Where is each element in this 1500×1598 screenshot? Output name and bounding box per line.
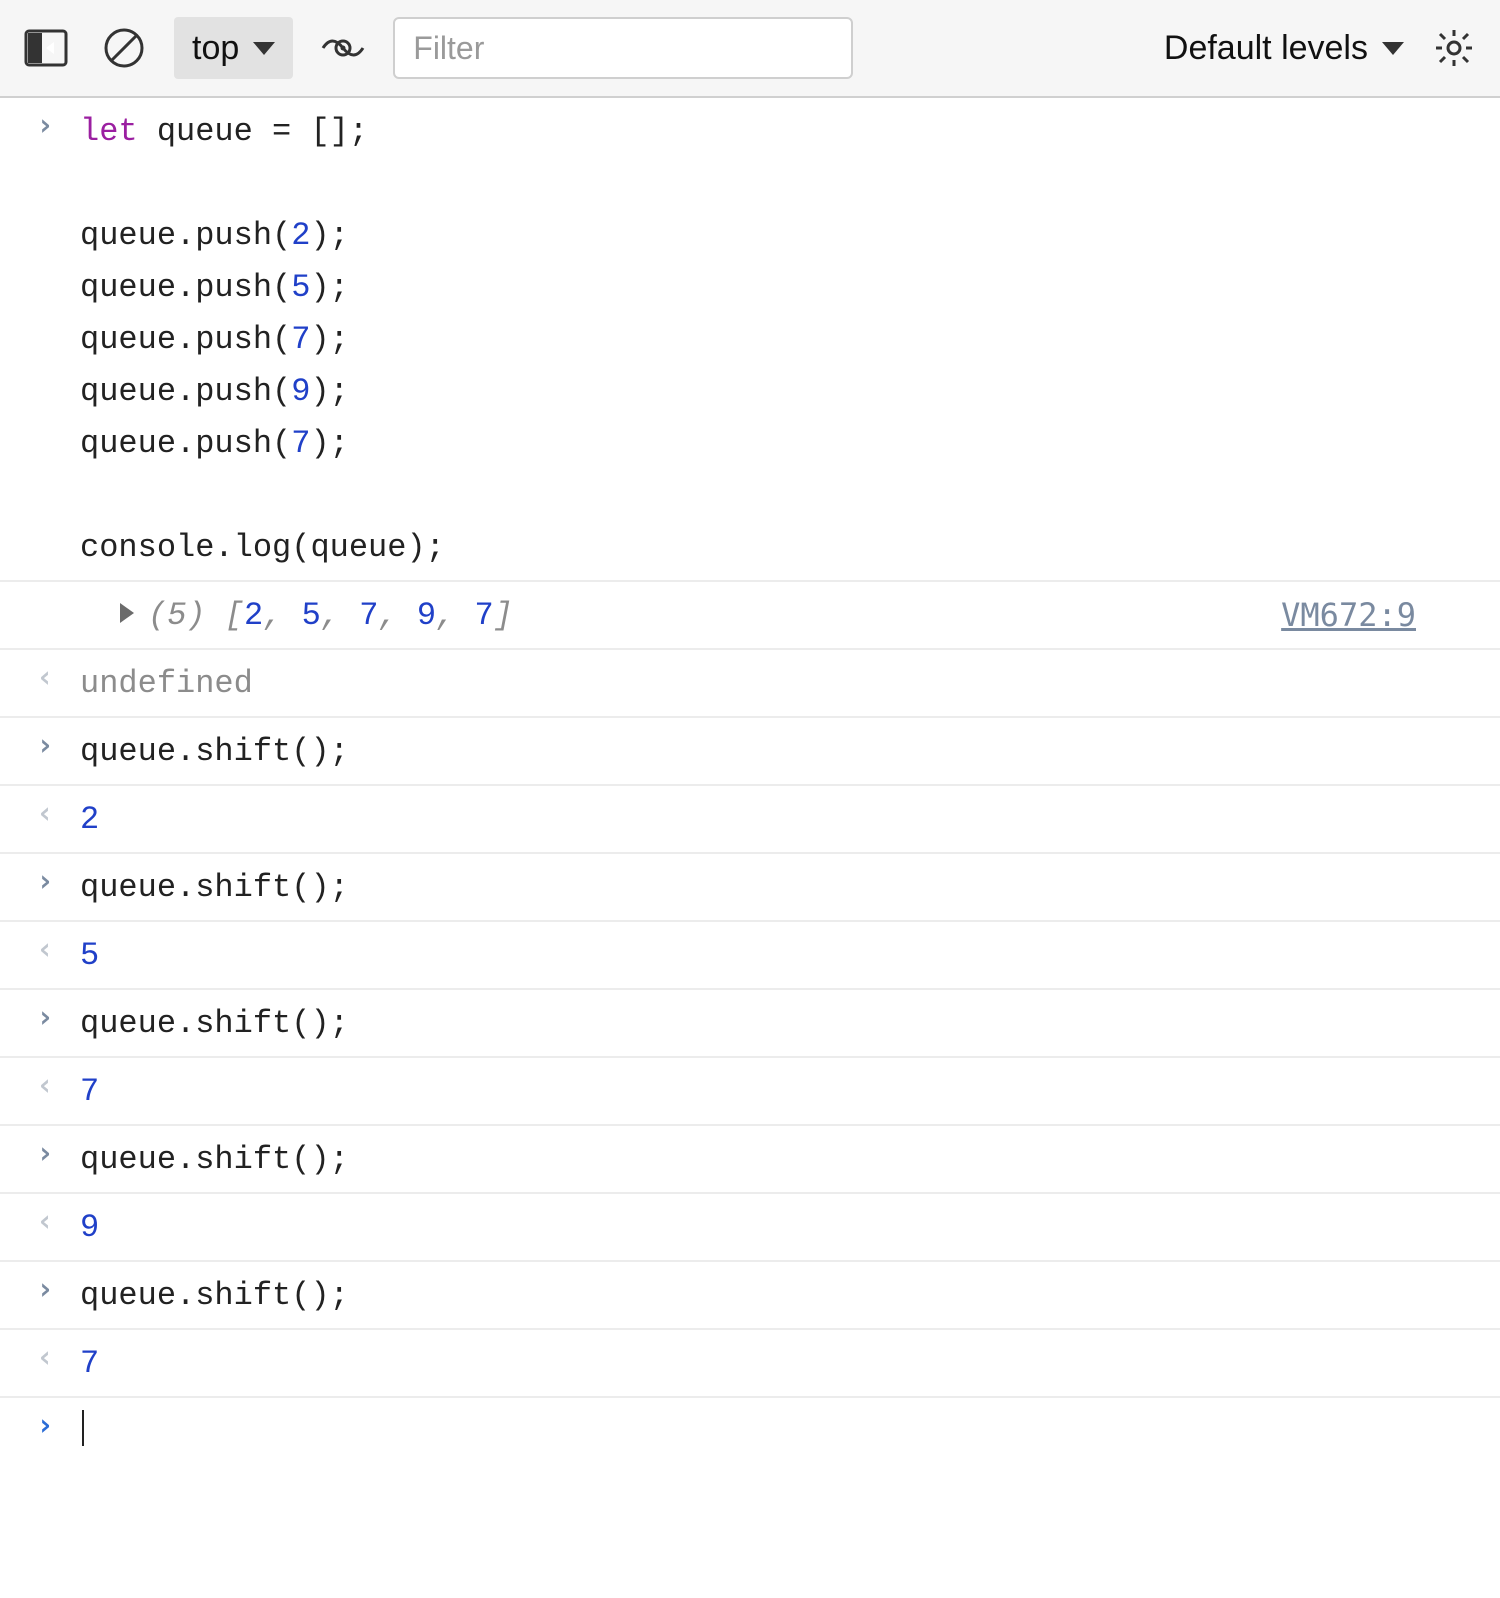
chevron-down-icon [1382,42,1404,55]
console-input-row: › queue.shift(); [0,990,1500,1058]
result-marker-icon: ‹ [36,1204,54,1239]
input-marker-icon: › [36,1272,54,1307]
console-input-row: › queue.shift(); [0,854,1500,922]
clear-console-icon[interactable] [96,20,152,76]
input-marker-icon: › [36,108,54,143]
settings-icon[interactable] [1426,20,1482,76]
prompt-marker-icon: › [36,1408,54,1443]
live-expression-icon[interactable] [315,20,371,76]
toggle-sidebar-icon[interactable] [18,20,74,76]
entry-content: queue.shift(); [80,1268,1480,1322]
input-marker-icon: › [36,1136,54,1171]
console-result-row: ‹5 [0,922,1500,990]
entry-content: 9 [80,1200,1480,1254]
log-levels-selector[interactable]: Default levels [1164,29,1404,68]
input-marker-icon: › [36,864,54,899]
console-result-row: ‹9 [0,1194,1500,1262]
entry-content: 7 [80,1336,1480,1390]
console-input-row: › queue.shift(); [0,1262,1500,1330]
console-output: › let queue = []; queue.push(2); queue.pu… [0,98,1500,1464]
console-toolbar: top Default levels [0,0,1500,98]
entry-content: 2 [80,792,1480,846]
console-result-row: ‹2 [0,786,1500,854]
entry-content: undefined [80,656,1480,710]
expand-icon[interactable] [120,603,134,623]
console-result-row: ‹7 [0,1058,1500,1126]
filter-input[interactable] [393,17,853,79]
console-input-row: › let queue = []; queue.push(2); queue.pu… [0,98,1500,582]
context-label: top [192,29,239,68]
chevron-down-icon [253,42,275,55]
result-marker-icon: ‹ [36,932,54,967]
result-marker-icon: ‹ [36,1340,54,1375]
console-input-row: › queue.shift(); [0,1126,1500,1194]
console-log-row: (5) [2, 5, 7, 9, 7]VM672:9 [0,582,1500,650]
console-input-row: › queue.shift(); [0,718,1500,786]
levels-label: Default levels [1164,29,1368,68]
input-marker-icon: › [36,1000,54,1035]
console-prompt-row[interactable]: › [0,1398,1500,1464]
input-marker-icon: › [36,728,54,763]
entry-content: queue.shift(); [80,996,1480,1050]
entry-content: (5) [2, 5, 7, 9, 7] [80,588,1281,642]
text-cursor [82,1410,84,1446]
prompt-input[interactable] [80,1404,1480,1458]
entry-content: queue.shift(); [80,860,1480,914]
result-marker-icon: ‹ [36,1068,54,1103]
context-selector[interactable]: top [174,17,293,79]
entry-content: queue.shift(); [80,724,1480,778]
result-marker-icon: ‹ [36,660,54,695]
console-result-row: ‹7 [0,1330,1500,1398]
entry-content: queue.shift(); [80,1132,1480,1186]
source-link[interactable]: VM672:9 [1281,596,1480,634]
result-marker-icon: ‹ [36,796,54,831]
console-result-row: ‹ undefined [0,650,1500,718]
entry-content: 7 [80,1064,1480,1118]
entry-content: 5 [80,928,1480,982]
entry-content: let queue = []; queue.push(2); queue.pus… [80,104,1480,574]
